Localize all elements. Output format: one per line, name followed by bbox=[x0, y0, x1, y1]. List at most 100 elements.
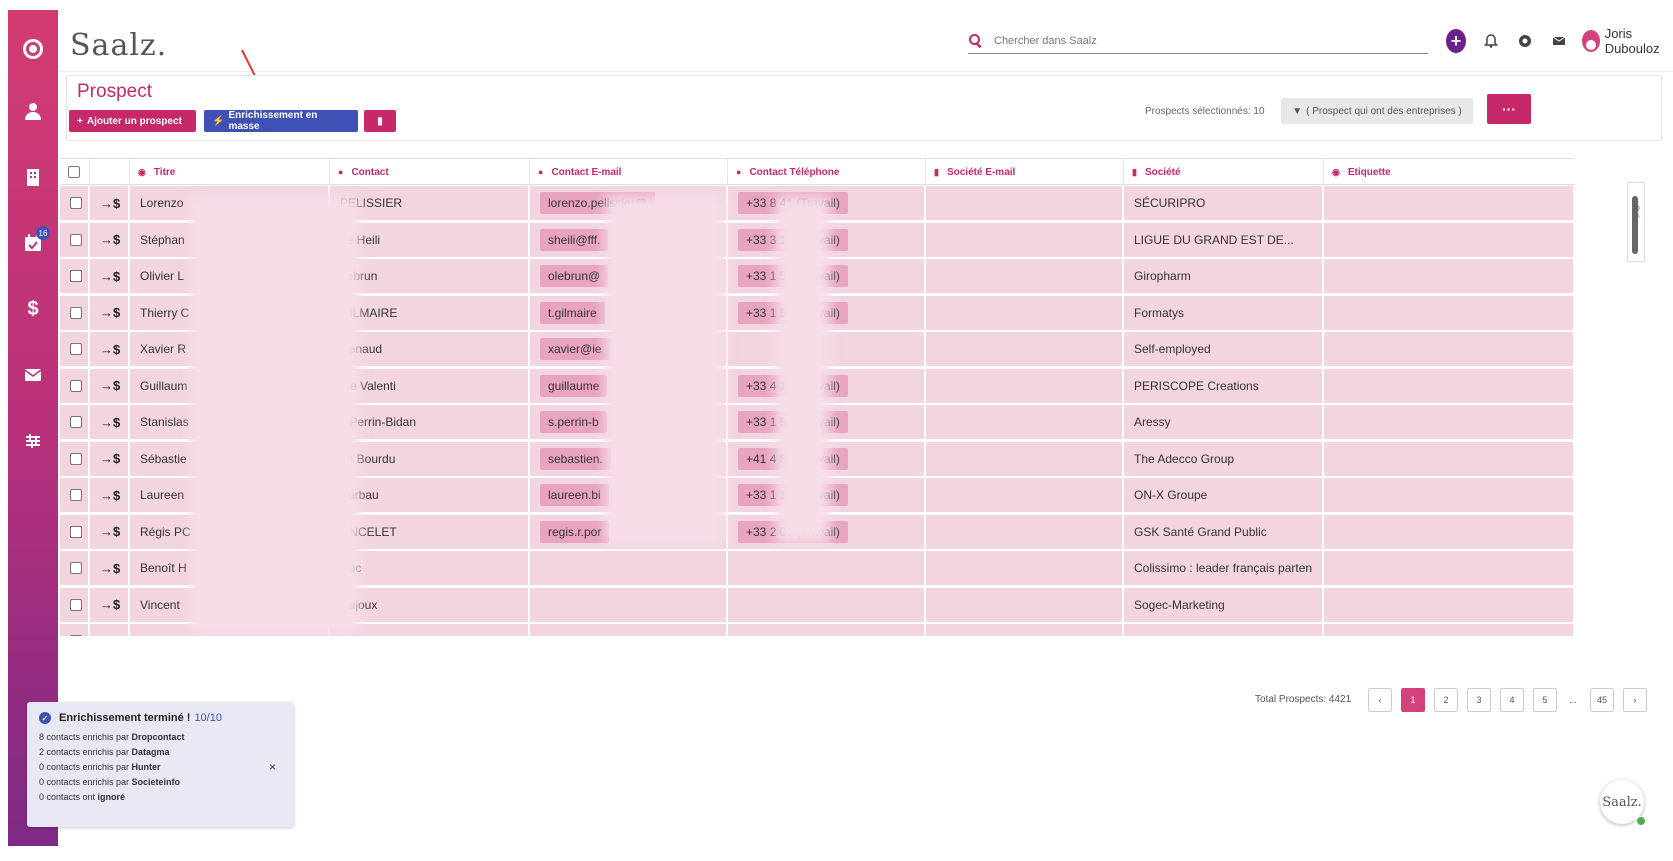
cell-company-value: SÉCURIPRO bbox=[1134, 196, 1206, 210]
cell-contact: Dajoux bbox=[330, 587, 530, 622]
cell-contact: Lebrun bbox=[330, 259, 530, 293]
sidebar-item-settings[interactable] bbox=[8, 416, 58, 466]
cell-contact-email-value[interactable]: t.gilmaire bbox=[540, 301, 605, 324]
cell-title-value: Lorenzo bbox=[140, 196, 184, 210]
mass-enrich-label: Enrichissement en masse bbox=[228, 110, 318, 132]
convert-to-deal-icon[interactable]: →$ bbox=[100, 232, 120, 247]
page-button-45[interactable]: 45 bbox=[1590, 688, 1614, 712]
help-button[interactable] bbox=[1518, 33, 1532, 49]
header-contact[interactable]: ● Contact bbox=[330, 159, 530, 185]
page-button-4[interactable]: 4 bbox=[1500, 688, 1524, 712]
row-checkbox[interactable] bbox=[70, 525, 82, 538]
convert-to-deal-icon[interactable]: →$ bbox=[100, 269, 120, 284]
header-company-email[interactable]: ▮ Société E-mail bbox=[926, 159, 1124, 185]
cell-company-email bbox=[926, 441, 1124, 476]
cell-company-value: LIGUE DU GRAND EST DE... bbox=[1134, 232, 1294, 247]
sidebar-item-tasks[interactable]: 16 bbox=[8, 218, 58, 268]
user-menu[interactable]: Joris Dubouloz ⌄ bbox=[1581, 26, 1673, 56]
cell-company-email bbox=[926, 514, 1124, 549]
messages-button[interactable] bbox=[1552, 33, 1566, 49]
cell-contact: Renaud bbox=[330, 332, 530, 366]
prospect-header-card: Prospect + Ajouter un prospect ⚡ Enrichi… bbox=[66, 75, 1662, 141]
convert-to-deal-icon[interactable]: →$ bbox=[100, 415, 120, 430]
building-icon: ▮ bbox=[1132, 166, 1137, 177]
header-company[interactable]: ▮ Société bbox=[1124, 159, 1324, 185]
cell-contact-email-value[interactable]: olebrun@ bbox=[540, 265, 609, 287]
user-icon: ● bbox=[736, 167, 742, 177]
convert-to-deal-icon[interactable]: →$ bbox=[100, 342, 120, 357]
convert-to-deal-icon[interactable]: →$ bbox=[100, 488, 120, 503]
more-actions-button[interactable]: ··· bbox=[1487, 94, 1531, 124]
convert-to-deal-icon[interactable]: →$ bbox=[100, 451, 120, 466]
toast-line: 2 contacts enrichis par Datagma bbox=[39, 747, 170, 757]
quick-add-button[interactable]: + bbox=[1446, 29, 1466, 53]
row-checkbox[interactable] bbox=[70, 452, 82, 465]
mass-enrich-button[interactable]: ⚡ Enrichissement en masse bbox=[204, 110, 358, 132]
delete-button[interactable]: ▮ bbox=[364, 110, 396, 132]
sidebar-item-mail[interactable] bbox=[8, 350, 58, 400]
cell-contact: Rémi M. bbox=[330, 624, 530, 636]
close-icon[interactable]: × bbox=[269, 760, 276, 774]
cell-company: GSK Santé Grand Public bbox=[1124, 514, 1324, 549]
toast-lines: 8 contacts enrichis par Dropcontact 2 con… bbox=[39, 730, 282, 805]
cell-contact-email-value[interactable]: s.perrin-b bbox=[540, 411, 607, 433]
table-scrollbar[interactable] bbox=[1632, 196, 1638, 254]
row-checkbox[interactable] bbox=[70, 270, 82, 282]
row-convert-cell: →$ bbox=[90, 624, 130, 636]
convert-to-deal-icon[interactable]: →$ bbox=[100, 305, 120, 320]
convert-to-deal-icon[interactable]: →$ bbox=[100, 597, 120, 612]
convert-to-deal-icon[interactable]: →$ bbox=[100, 378, 120, 393]
cell-contact: GILMAIRE bbox=[330, 295, 530, 330]
row-checkbox[interactable] bbox=[70, 233, 82, 246]
row-checkbox[interactable] bbox=[70, 489, 82, 501]
convert-to-deal-icon[interactable]: →$ bbox=[100, 634, 120, 637]
header-tag[interactable]: ◉ Etiquette bbox=[1324, 159, 1524, 185]
row-checkbox[interactable] bbox=[70, 598, 82, 611]
cell-company-value: ON-X Groupe bbox=[1134, 488, 1208, 502]
header-titre[interactable]: ◉ Titre bbox=[130, 159, 330, 185]
row-checkbox[interactable] bbox=[70, 197, 82, 209]
cell-tag bbox=[1324, 295, 1575, 330]
cell-contact-email-value[interactable]: laureen.bi bbox=[540, 484, 609, 506]
cell-contact-email-value[interactable]: sebastien. bbox=[540, 447, 611, 470]
sidebar-item-sales[interactable]: $ bbox=[8, 284, 58, 334]
convert-to-deal-icon[interactable]: →$ bbox=[100, 196, 120, 211]
row-checkbox[interactable] bbox=[70, 306, 82, 319]
page-button-3[interactable]: 3 bbox=[1467, 688, 1491, 712]
convert-to-deal-icon[interactable]: →$ bbox=[100, 524, 120, 539]
next-page-button[interactable]: › bbox=[1623, 688, 1647, 712]
sidebar-item-companies[interactable] bbox=[8, 152, 58, 202]
row-checkbox[interactable] bbox=[70, 343, 82, 355]
header-contact-phone[interactable]: ● Contact Téléphone bbox=[728, 159, 926, 185]
cell-tag bbox=[1324, 222, 1575, 257]
sidebar-logo[interactable] bbox=[8, 24, 58, 74]
page-button-1[interactable]: 1 bbox=[1401, 688, 1425, 712]
cell-company-email bbox=[926, 478, 1124, 512]
cell-contact-email-value[interactable]: sheili@fff. bbox=[540, 228, 609, 251]
row-checkbox[interactable] bbox=[70, 379, 82, 392]
cell-contact-email-value[interactable]: guillaume bbox=[540, 374, 608, 397]
convert-to-deal-icon[interactable]: →$ bbox=[100, 561, 120, 576]
row-checkbox[interactable] bbox=[70, 562, 82, 574]
row-checkbox[interactable] bbox=[70, 635, 82, 636]
page-button-2[interactable]: 2 bbox=[1434, 688, 1458, 712]
brand-logo[interactable]: Saalz. bbox=[70, 28, 167, 63]
prev-page-button[interactable]: ‹ bbox=[1368, 688, 1392, 712]
page-button-5[interactable]: 5 bbox=[1533, 688, 1557, 712]
cell-contact-email-value[interactable]: xavier@ie bbox=[540, 338, 610, 360]
sidebar-item-contacts[interactable] bbox=[8, 86, 58, 136]
notifications-button[interactable] bbox=[1483, 33, 1498, 49]
select-all-checkbox[interactable] bbox=[68, 166, 80, 178]
row-select-cell bbox=[60, 405, 90, 439]
cell-company-email bbox=[926, 587, 1124, 622]
row-checkbox[interactable] bbox=[70, 416, 82, 428]
search-input[interactable] bbox=[994, 34, 1394, 47]
help-icon bbox=[1518, 35, 1531, 47]
header-contact-email[interactable]: ● Contact E-mail bbox=[530, 159, 728, 185]
cell-company: PERISCOPE Creations bbox=[1124, 368, 1324, 403]
filter-button[interactable]: ▼ ( Prospect qui ont des entreprises ) bbox=[1281, 98, 1473, 124]
cell-contact-email-value[interactable]: regis.r.por bbox=[540, 520, 610, 543]
user-name: Joris Dubouloz bbox=[1604, 26, 1660, 56]
toast-line: 0 contacts ont ignoré bbox=[39, 792, 126, 802]
add-prospect-button[interactable]: + Ajouter un prospect bbox=[69, 110, 196, 132]
